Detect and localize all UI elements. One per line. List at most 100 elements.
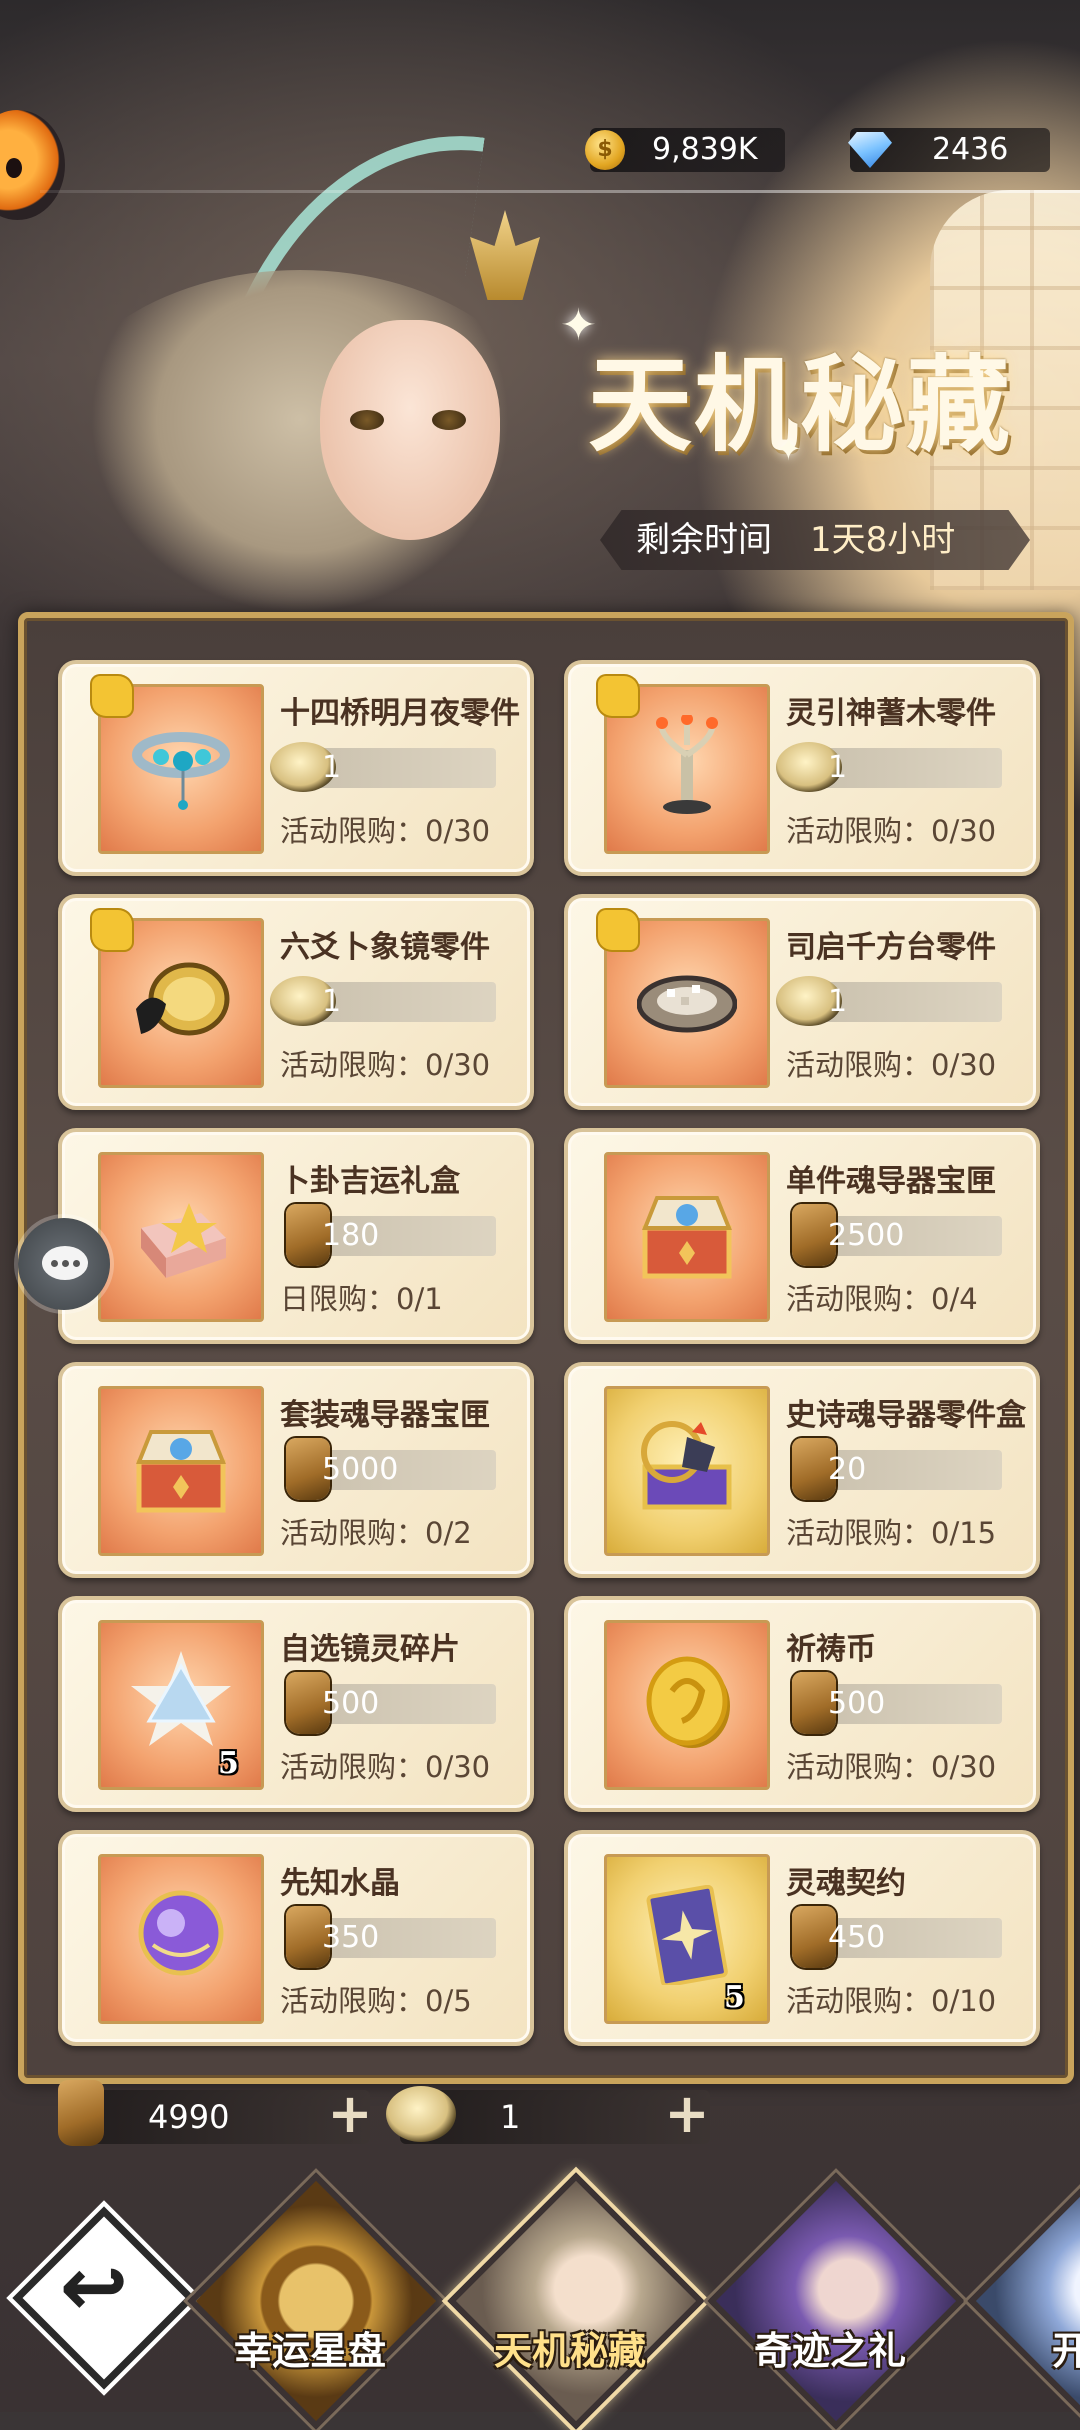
item-name: 灵魂契约 — [786, 1866, 906, 1901]
price-button[interactable]: 450 — [792, 1906, 1002, 1968]
sparkle-icon: ✦ — [775, 430, 802, 468]
price-value: 500 — [828, 1686, 886, 1721]
chat-dot — [73, 1260, 80, 1267]
purchase-limit: 活动限购：0/15 — [786, 1516, 997, 1550]
item-image[interactable] — [98, 1854, 264, 2024]
medal-wallet: 1 + — [386, 2086, 712, 2144]
price-value: 20 — [828, 1452, 867, 1487]
shop-item-card[interactable]: 5 灵魂契约 450 活动限购：0/10 — [564, 1830, 1040, 2046]
event-tab[interactable]: 开服 — [967, 2160, 1080, 2430]
item-name: 司启千方台零件 — [786, 930, 996, 965]
gold-amount: 9,839K — [652, 132, 758, 167]
top-divider — [40, 190, 1080, 193]
shop-item-card[interactable]: 史诗魂导器零件盒 20 活动限购：0/15 — [564, 1362, 1040, 1578]
coin-icon — [646, 1656, 730, 1748]
purchase-limit: 活动限购：0/30 — [786, 814, 997, 848]
shop-item-card[interactable]: 祈祷币 500 活动限购：0/30 — [564, 1596, 1040, 1812]
purchase-limit: 活动限购：0/5 — [280, 1984, 472, 2018]
price-value: 1 — [828, 750, 848, 785]
price-button[interactable]: 1 — [776, 976, 1002, 1026]
tab-label: 奇迹之礼 — [753, 2328, 906, 2373]
chat-button[interactable] — [18, 1218, 110, 1310]
event-tab[interactable]: 幸运星盘 — [187, 2160, 445, 2430]
chat-dot — [62, 1260, 69, 1267]
purchase-limit: 活动限购：0/10 — [786, 1984, 997, 2018]
item-name: 祈祷币 — [786, 1632, 876, 1667]
card-icon — [646, 1885, 728, 1985]
item-name: 先知水晶 — [280, 1866, 400, 1901]
item-image[interactable] — [98, 1386, 264, 1556]
shop-item-card[interactable]: 司启千方台零件 1 活动限购：0/30 — [564, 894, 1040, 1110]
purchase-limit: 活动限购：0/30 — [280, 814, 491, 848]
epicbox-icon — [641, 1421, 732, 1510]
token-wallet: 4990 + — [58, 2080, 373, 2146]
gem-amount: 2436 — [932, 132, 1009, 167]
event-tab[interactable]: 奇迹之礼 — [707, 2160, 965, 2430]
tab-thumbnail — [967, 2172, 1080, 2430]
shop-item-card[interactable]: 先知水晶 350 活动限购：0/5 — [58, 1830, 534, 2046]
tab-label: 天机秘藏 — [493, 2328, 646, 2373]
price-value: 450 — [828, 1920, 886, 1955]
purchase-limit: 活动限购：0/30 — [280, 1048, 491, 1082]
price-button[interactable]: 1 — [270, 976, 496, 1026]
price-button[interactable]: 180 — [286, 1204, 496, 1266]
sparkle-icon: ✦ — [560, 300, 597, 351]
medal-coin-icon — [386, 2086, 456, 2142]
purchase-limit: 活动限购：0/30 — [280, 1750, 491, 1784]
shop-item-card[interactable]: 灵引神蓍木零件 1 活动限购：0/30 — [564, 660, 1040, 876]
item-image[interactable] — [604, 1620, 770, 1790]
tag-token-icon — [58, 2080, 104, 2146]
puzzle-piece-icon — [598, 910, 638, 950]
price-button[interactable]: 2500 — [792, 1204, 1002, 1266]
item-image[interactable] — [604, 1152, 770, 1322]
shop-item-card[interactable]: 单件魂导器宝匣 2500 活动限购：0/4 — [564, 1128, 1040, 1344]
item-image[interactable] — [604, 1386, 770, 1556]
purchase-limit: 活动限购：0/2 — [280, 1516, 472, 1550]
add-medal-button[interactable]: + — [662, 2087, 712, 2141]
diamond-icon — [848, 132, 892, 168]
price-value: 500 — [322, 1686, 380, 1721]
event-tab[interactable]: 天机秘藏 — [447, 2160, 705, 2430]
shop-item-card[interactable]: 六爻卜象镜零件 1 活动限购：0/30 — [58, 894, 534, 1110]
price-button[interactable]: 20 — [792, 1438, 1002, 1500]
orb-icon — [138, 1890, 224, 1976]
chest-icon — [642, 1196, 732, 1279]
item-image[interactable] — [98, 1620, 264, 1790]
item-name: 自选镜灵碎片 — [280, 1632, 460, 1667]
chat-dot — [51, 1260, 58, 1267]
gold-coin-icon: $ — [585, 130, 625, 170]
price-value: 350 — [322, 1920, 380, 1955]
price-value: 1 — [322, 984, 342, 1019]
tab-thumbnail — [707, 2172, 965, 2430]
shop-item-card[interactable]: 卜卦吉运礼盒 180 日限购：0/1 — [58, 1128, 534, 1344]
price-button[interactable]: 1 — [776, 742, 1002, 792]
item-name: 灵引神蓍木零件 — [786, 696, 996, 731]
crystal-icon — [131, 1651, 231, 1746]
hero-eye-right — [432, 410, 466, 430]
price-button[interactable]: 350 — [286, 1906, 496, 1968]
back-arrow-icon[interactable]: ↩ — [14, 2208, 174, 2368]
item-image[interactable] — [98, 1152, 264, 1322]
gem-counter[interactable]: 2436 — [848, 128, 1050, 172]
item-name: 六爻卜象镜零件 — [280, 930, 490, 965]
item-quantity: 5 — [218, 1746, 239, 1781]
price-button[interactable]: 500 — [286, 1672, 496, 1734]
shop-item-card[interactable]: 十四桥明月夜零件 1 活动限购：0/30 — [58, 660, 534, 876]
price-button[interactable]: 1 — [270, 742, 496, 792]
shop-item-card[interactable]: 套装魂导器宝匣 5000 活动限购：0/2 — [58, 1362, 534, 1578]
shop-item-card[interactable]: 5 自选镜灵碎片 500 活动限购：0/30 — [58, 1596, 534, 1812]
price-button[interactable]: 500 — [792, 1672, 1002, 1734]
add-token-button[interactable]: + — [325, 2087, 375, 2141]
item-image[interactable] — [604, 1854, 770, 2024]
shop-panel: 十四桥明月夜零件 1 活动限购：0/30 灵引神蓍木零件 1 活动限购：0/30 六爻卜象镜… — [18, 612, 1074, 2084]
tab-label: 幸运星盘 — [233, 2328, 386, 2373]
medal-amount: 1 — [500, 2098, 521, 2136]
purchase-limit: 活动限购：0/30 — [786, 1750, 997, 1784]
tab-thumbnail — [187, 2172, 445, 2430]
purchase-limit: 活动限购：0/4 — [786, 1282, 978, 1316]
price-button[interactable]: 5000 — [286, 1438, 496, 1500]
event-timer: 剩余时间 1天8小时 — [600, 510, 1030, 570]
item-name: 卜卦吉运礼盒 — [280, 1164, 460, 1199]
gold-counter[interactable]: $ 9,839K — [585, 128, 785, 172]
puzzle-piece-icon — [92, 910, 132, 950]
